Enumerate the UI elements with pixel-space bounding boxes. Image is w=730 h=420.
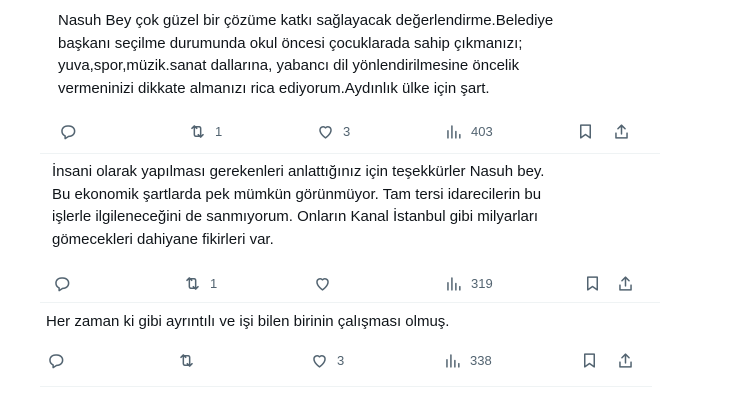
bookmark-button[interactable] [583, 272, 602, 294]
bookmark-icon [586, 275, 599, 291]
post-actions: 1 3 403 [0, 120, 730, 142]
post-text-line: Bu ekonomik şartlarda pek mümkün görünmü… [52, 185, 542, 203]
bookmark-button[interactable] [576, 120, 595, 142]
view-count: 403 [471, 123, 493, 139]
reply-icon [55, 276, 70, 291]
view-count: 319 [471, 275, 493, 291]
views-button[interactable]: 338 [443, 349, 492, 371]
share-button[interactable] [616, 272, 635, 294]
post-actions: 1 319 [0, 272, 730, 294]
retweet-button[interactable]: 1 [188, 120, 222, 142]
post-3: Her zaman ki gibi ayrıntılı ve işi bilen… [0, 303, 730, 388]
views-icon [447, 276, 461, 291]
like-count: 3 [343, 123, 351, 139]
heart-icon [313, 354, 326, 368]
share-button[interactable] [616, 349, 635, 371]
post-text: Nasuh Bey çok güzel bir çözüme katkı sağ… [58, 10, 618, 100]
bookmark-button[interactable] [580, 349, 599, 371]
post-2: İnsani olarak yapılması gerekenleri anla… [0, 154, 730, 299]
retweet-count: 1 [210, 275, 218, 291]
like-button[interactable]: 3 [316, 120, 350, 142]
share-button[interactable] [612, 120, 631, 142]
heart-icon [316, 277, 329, 291]
bookmark-icon [583, 352, 596, 368]
post-text: Her zaman ki gibi ayrıntılı ve işi bilen… [46, 311, 646, 334]
views-button[interactable]: 319 [444, 272, 493, 294]
post-1: Nasuh Bey çok güzel bir çözüme katkı sağ… [0, 0, 730, 150]
bookmark-icon [579, 123, 592, 139]
views-button[interactable]: 403 [444, 120, 493, 142]
views-icon [447, 124, 461, 139]
like-count: 3 [337, 352, 345, 368]
reply-button[interactable] [46, 349, 65, 371]
post-actions: 3 338 [0, 349, 730, 371]
post-text-line: Nasuh Bey çok güzel bir çözüme katkı sağ… [58, 12, 554, 29]
reply-button[interactable] [58, 120, 77, 142]
share-icon [615, 123, 628, 139]
retweet-button[interactable]: 1 [183, 272, 217, 294]
post-text: İnsani olarak yapılması gerekenleri anla… [52, 161, 652, 251]
reply-icon [61, 124, 76, 139]
retweet-icon [186, 276, 199, 290]
post-text-line: başkanı seçilme durumunda okul öncesi ço… [58, 34, 523, 52]
like-button[interactable] [313, 272, 340, 294]
share-icon [619, 352, 632, 368]
post-text-line: İnsani olarak yapılması gerekenleri anla… [52, 163, 545, 180]
retweet-icon [180, 353, 193, 367]
divider [40, 386, 652, 387]
heart-icon [319, 125, 332, 139]
post-text-line: işlerle ilgileneceğini de sanmıyorum. On… [52, 208, 539, 225]
post-text-line: vermeninizi dikkate almanızı rica ediyor… [58, 79, 490, 97]
retweet-icon [191, 124, 204, 138]
share-icon [619, 275, 632, 291]
retweet-button[interactable] [177, 349, 204, 371]
retweet-count: 1 [215, 123, 223, 139]
like-button[interactable]: 3 [310, 349, 344, 371]
post-text-line: yuva,spor,müzik.sanat dallarına, yabancı… [58, 57, 520, 74]
post-text-line: Her zaman ki gibi ayrıntılı ve işi bilen… [46, 313, 450, 330]
reply-button[interactable] [52, 272, 71, 294]
post-text-line: gömecekleri dahiyane fikirleri var. [52, 230, 274, 248]
views-icon [446, 353, 460, 368]
reply-icon [49, 353, 64, 368]
view-count: 338 [470, 352, 492, 368]
